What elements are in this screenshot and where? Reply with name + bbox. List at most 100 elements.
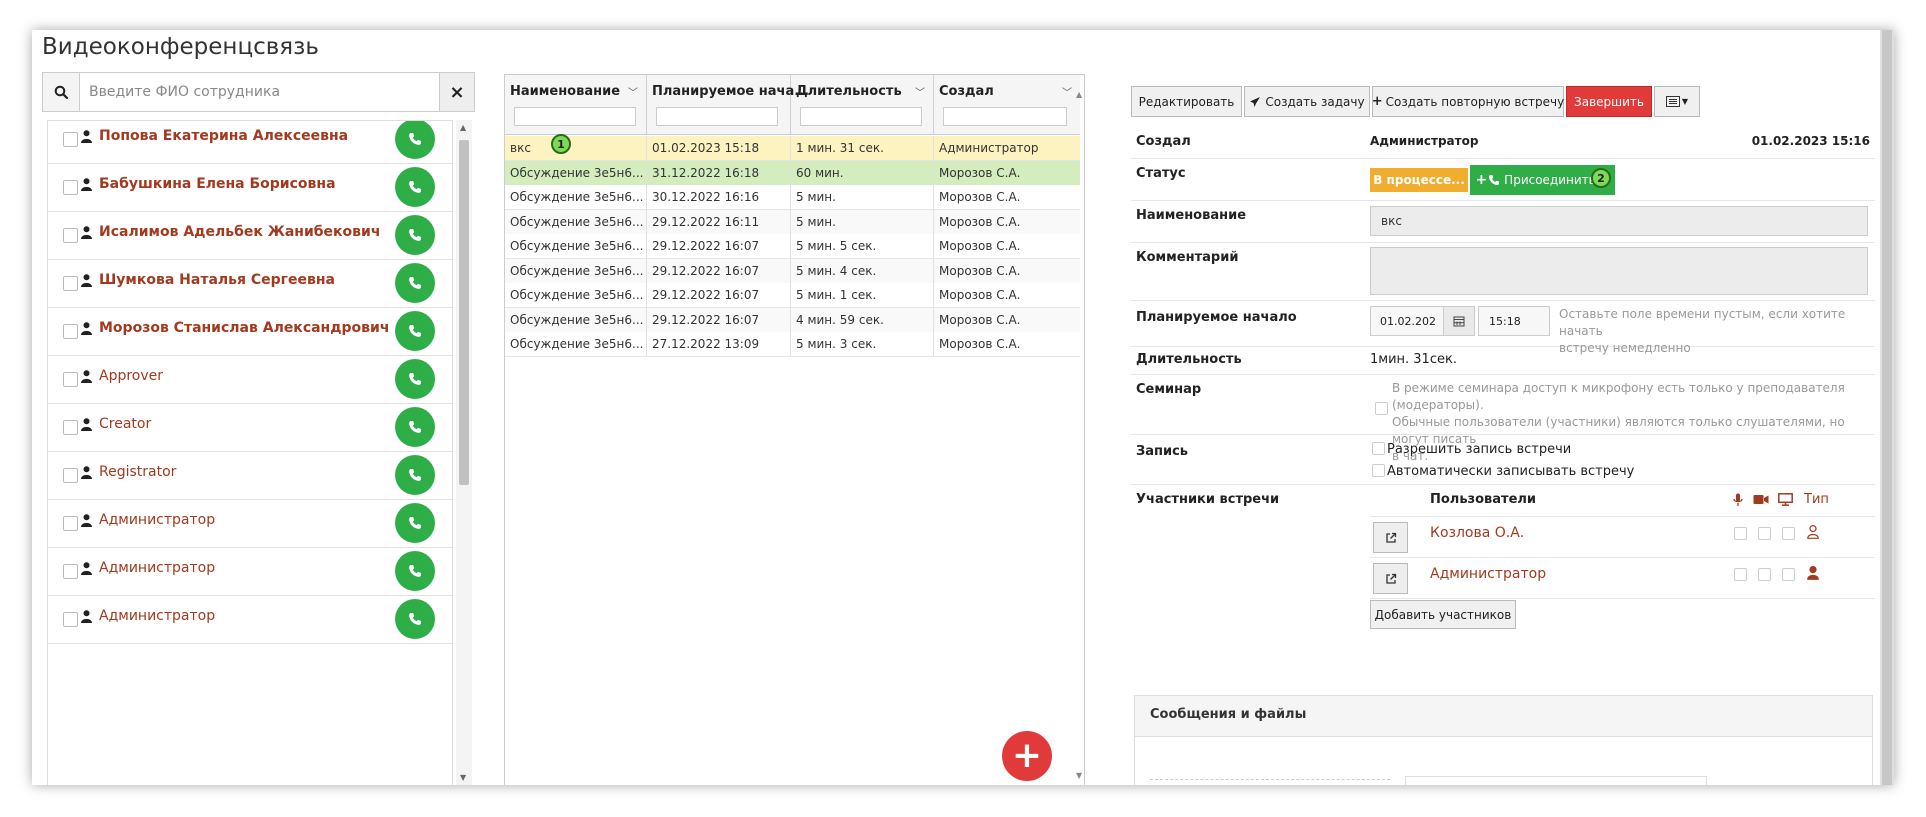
employee-name[interactable]: Шумкова Наталья Сергеевна [99,272,335,288]
table-row[interactable]: Обсуждение 3e5н6... 29.12.2022 16:11 5 мин… [505,209,1080,235]
employee-name[interactable]: Бабушкина Елена Борисовна [99,176,336,192]
open-external-button[interactable] [1373,522,1408,553]
call-button[interactable] [395,167,435,207]
message-input[interactable] [1405,776,1707,785]
grid-scrollbar[interactable]: ▲ ▼ [1076,90,1084,780]
table-row[interactable]: вкс 01.02.2023 15:18 1 мин. 31 сек. Админис… [505,136,1080,161]
employee-name[interactable]: Администратор [99,512,215,528]
employee-checkbox[interactable] [63,324,78,339]
employee-item[interactable]: Администратор [48,499,452,548]
search-button[interactable] [43,73,80,111]
call-button[interactable] [395,503,435,543]
call-button[interactable] [395,455,435,495]
employee-name[interactable]: Исалимов Адельбек Жанибекович [99,224,380,240]
employee-item[interactable]: Бабушкина Елена Борисовна [48,163,452,212]
chevron-down-icon[interactable]: ﹀ [915,84,925,99]
employee-name[interactable]: Попова Екатерина Алексеевна [99,128,348,144]
employee-item[interactable]: Шумкова Наталья Сергеевна [48,259,452,308]
employee-checkbox[interactable] [63,516,78,531]
employee-item[interactable]: Морозов Станислав Александрович [48,307,452,356]
finish-button[interactable]: Завершить [1566,86,1652,117]
employee-name[interactable]: Администратор [99,608,215,624]
scroll-thumb[interactable] [459,140,469,485]
view-menu-button[interactable]: ▼ [1654,86,1700,117]
comment-field[interactable] [1370,247,1868,295]
start-date-field[interactable]: 01.02.202 [1370,306,1444,336]
screen-checkbox[interactable] [1782,527,1795,540]
add-meeting-button[interactable]: + [1002,731,1052,781]
scroll-up-icon[interactable]: ▲ [460,123,466,132]
table-row[interactable]: Обсуждение 3e5н6... 30.12.2022 16:16 5 мин… [505,185,1080,210]
employee-item[interactable]: Исалимов Адельбек Жанибекович [48,211,452,260]
name-field[interactable]: вкс [1370,206,1868,236]
employee-name[interactable]: Registrator [99,464,176,480]
table-row[interactable]: Обсуждение 3e5н6... 31.12.2022 16:18 60 ми… [505,160,1080,186]
chevron-down-icon[interactable]: ﹀ [1062,84,1072,99]
scroll-down-icon[interactable]: ▼ [460,773,466,782]
record-allow-checkbox[interactable] [1372,442,1385,455]
participant-name[interactable]: Козлова О.А. [1430,525,1524,541]
employee-checkbox[interactable] [63,612,78,627]
table-row[interactable]: Обсуждение 3e5н6... 29.12.2022 16:07 4 мин… [505,307,1080,333]
employee-name[interactable]: Администратор [99,560,215,576]
employee-checkbox[interactable] [63,468,78,483]
search-input[interactable] [87,81,431,103]
table-row[interactable]: Обсуждение 3e5н6... 29.12.2022 16:07 5 мин… [505,258,1080,284]
table-row[interactable]: Обсуждение 3e5н6... 27.12.2022 13:09 5 мин… [505,332,1080,357]
call-button[interactable] [395,599,435,639]
open-external-button[interactable] [1373,563,1408,594]
column-creator[interactable]: Создал ﹀ [934,75,1080,134]
filter-creator-input[interactable] [943,107,1067,126]
mic-checkbox[interactable] [1734,527,1747,540]
edit-button[interactable]: Редактировать [1131,86,1242,117]
employee-item[interactable]: Creator [48,403,452,452]
add-participants-button[interactable]: Добавить участников [1370,600,1516,629]
employee-checkbox[interactable] [63,276,78,291]
participant-name[interactable]: Администратор [1430,566,1546,582]
screen-checkbox[interactable] [1782,568,1795,581]
employee-checkbox[interactable] [63,420,78,435]
filter-name-input[interactable] [514,107,636,126]
employee-item[interactable]: Approver [48,355,452,404]
calendar-button[interactable] [1443,306,1475,336]
employee-checkbox[interactable] [63,372,78,387]
employee-list-scrollbar[interactable]: ▲ ▼ [456,120,472,785]
call-button[interactable] [395,551,435,591]
video-checkbox[interactable] [1758,527,1771,540]
column-name[interactable]: Наименование ﹀ [505,75,647,134]
employee-checkbox[interactable] [63,180,78,195]
video-checkbox[interactable] [1758,568,1771,581]
employee-name[interactable]: Морозов Станислав Александрович [99,320,389,336]
employee-checkbox[interactable] [63,228,78,243]
employee-item[interactable]: Администратор [48,547,452,596]
clear-search-button[interactable]: × [439,73,474,111]
call-button[interactable] [395,407,435,447]
scroll-down-icon[interactable]: ▼ [1076,771,1082,780]
column-start[interactable]: Планируемое нача... [647,75,809,134]
call-button[interactable] [395,121,435,159]
table-row[interactable]: Обсуждение 3e5н6... 29.12.2022 16:07 5 мин… [505,234,1080,259]
mic-checkbox[interactable] [1734,568,1747,581]
call-button[interactable] [395,311,435,351]
scroll-up-icon[interactable]: ▲ [1076,90,1082,99]
employee-checkbox[interactable] [63,564,78,579]
table-row[interactable]: Обсуждение 3e5н6... 29.12.2022 16:07 5 мин… [505,283,1080,308]
employee-item[interactable]: Попова Екатерина Алексеевна [48,121,452,164]
create-task-button[interactable]: Создать задачу [1244,86,1370,117]
employee-name[interactable]: Approver [99,368,163,384]
call-button[interactable] [395,263,435,303]
employee-item[interactable]: Registrator [48,451,452,500]
start-time-field[interactable]: 15:18 [1478,306,1550,336]
chevron-down-icon[interactable]: ﹀ [628,84,638,99]
record-auto-checkbox[interactable] [1372,464,1385,477]
filter-start-input[interactable] [656,107,778,126]
create-repeat-meeting-button[interactable]: + Создать повторную встречу [1372,86,1564,117]
employee-checkbox[interactable] [63,132,78,147]
call-button[interactable] [395,215,435,255]
employee-name[interactable]: Creator [99,416,151,432]
employee-item[interactable]: Администратор [48,595,452,644]
filter-duration-input[interactable] [800,107,922,126]
call-button[interactable] [395,359,435,399]
seminar-checkbox[interactable] [1375,402,1388,415]
column-duration[interactable]: Длительность ﹀ [791,75,934,134]
